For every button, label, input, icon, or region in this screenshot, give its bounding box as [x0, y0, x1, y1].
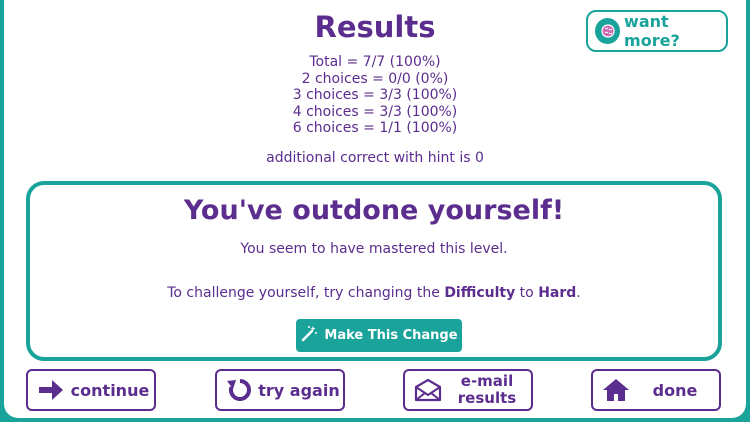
try-again-label: try again [258, 380, 340, 400]
suggestion-value: Hard [538, 285, 577, 301]
suggestion-mid: to [515, 285, 539, 301]
results-stats: Total = 7/7 (100%) 2 choices = 0/0 (0%) … [0, 54, 750, 137]
arrow-right-icon [36, 375, 66, 405]
make-this-change-label: Make This Change [324, 328, 458, 343]
continue-button[interactable]: continue [26, 369, 156, 411]
envelope-icon [413, 375, 443, 405]
email-results-label: e-mail results [443, 373, 531, 407]
done-button[interactable]: done [591, 369, 721, 411]
want-more-label: want more? [624, 12, 680, 50]
make-this-change-button[interactable]: Make This Change [296, 319, 462, 352]
magic-wand-icon [300, 325, 318, 347]
email-label-line1: e-mail [460, 372, 514, 390]
stat-3-choices: 3 choices = 3/3 (100%) [292, 87, 458, 103]
difficulty-suggestion: To challenge yourself, try changing the … [30, 285, 718, 301]
suggestion-prefix: To challenge yourself, try changing the [167, 285, 445, 301]
feedback-message: You seem to have mastered this level. [240, 241, 508, 257]
feedback-panel: You've outdone yourself! You seem to hav… [26, 181, 722, 361]
hint-count: additional correct with hint is 0 [266, 150, 484, 166]
feedback-heading: You've outdone yourself! [183, 195, 565, 226]
email-label-line2: results [457, 389, 517, 407]
stat-6-choices: 6 choices = 1/1 (100%) [292, 120, 458, 136]
retry-icon [225, 375, 255, 405]
email-results-button[interactable]: e-mail results [403, 369, 533, 411]
suggestion-setting: Difficulty [444, 285, 516, 301]
brain-icon [595, 18, 621, 44]
stat-total: Total = 7/7 (100%) [309, 54, 441, 70]
stat-2-choices: 2 choices = 0/0 (0%) [301, 70, 449, 87]
home-icon [601, 375, 631, 405]
stat-4-choices: 4 choices = 3/3 (100%) [292, 103, 458, 120]
want-more-button[interactable]: want more? [586, 10, 728, 52]
suggestion-suffix: . [576, 285, 581, 301]
try-again-button[interactable]: try again [215, 369, 345, 411]
continue-label: continue [70, 380, 150, 400]
done-label: done [652, 380, 698, 400]
